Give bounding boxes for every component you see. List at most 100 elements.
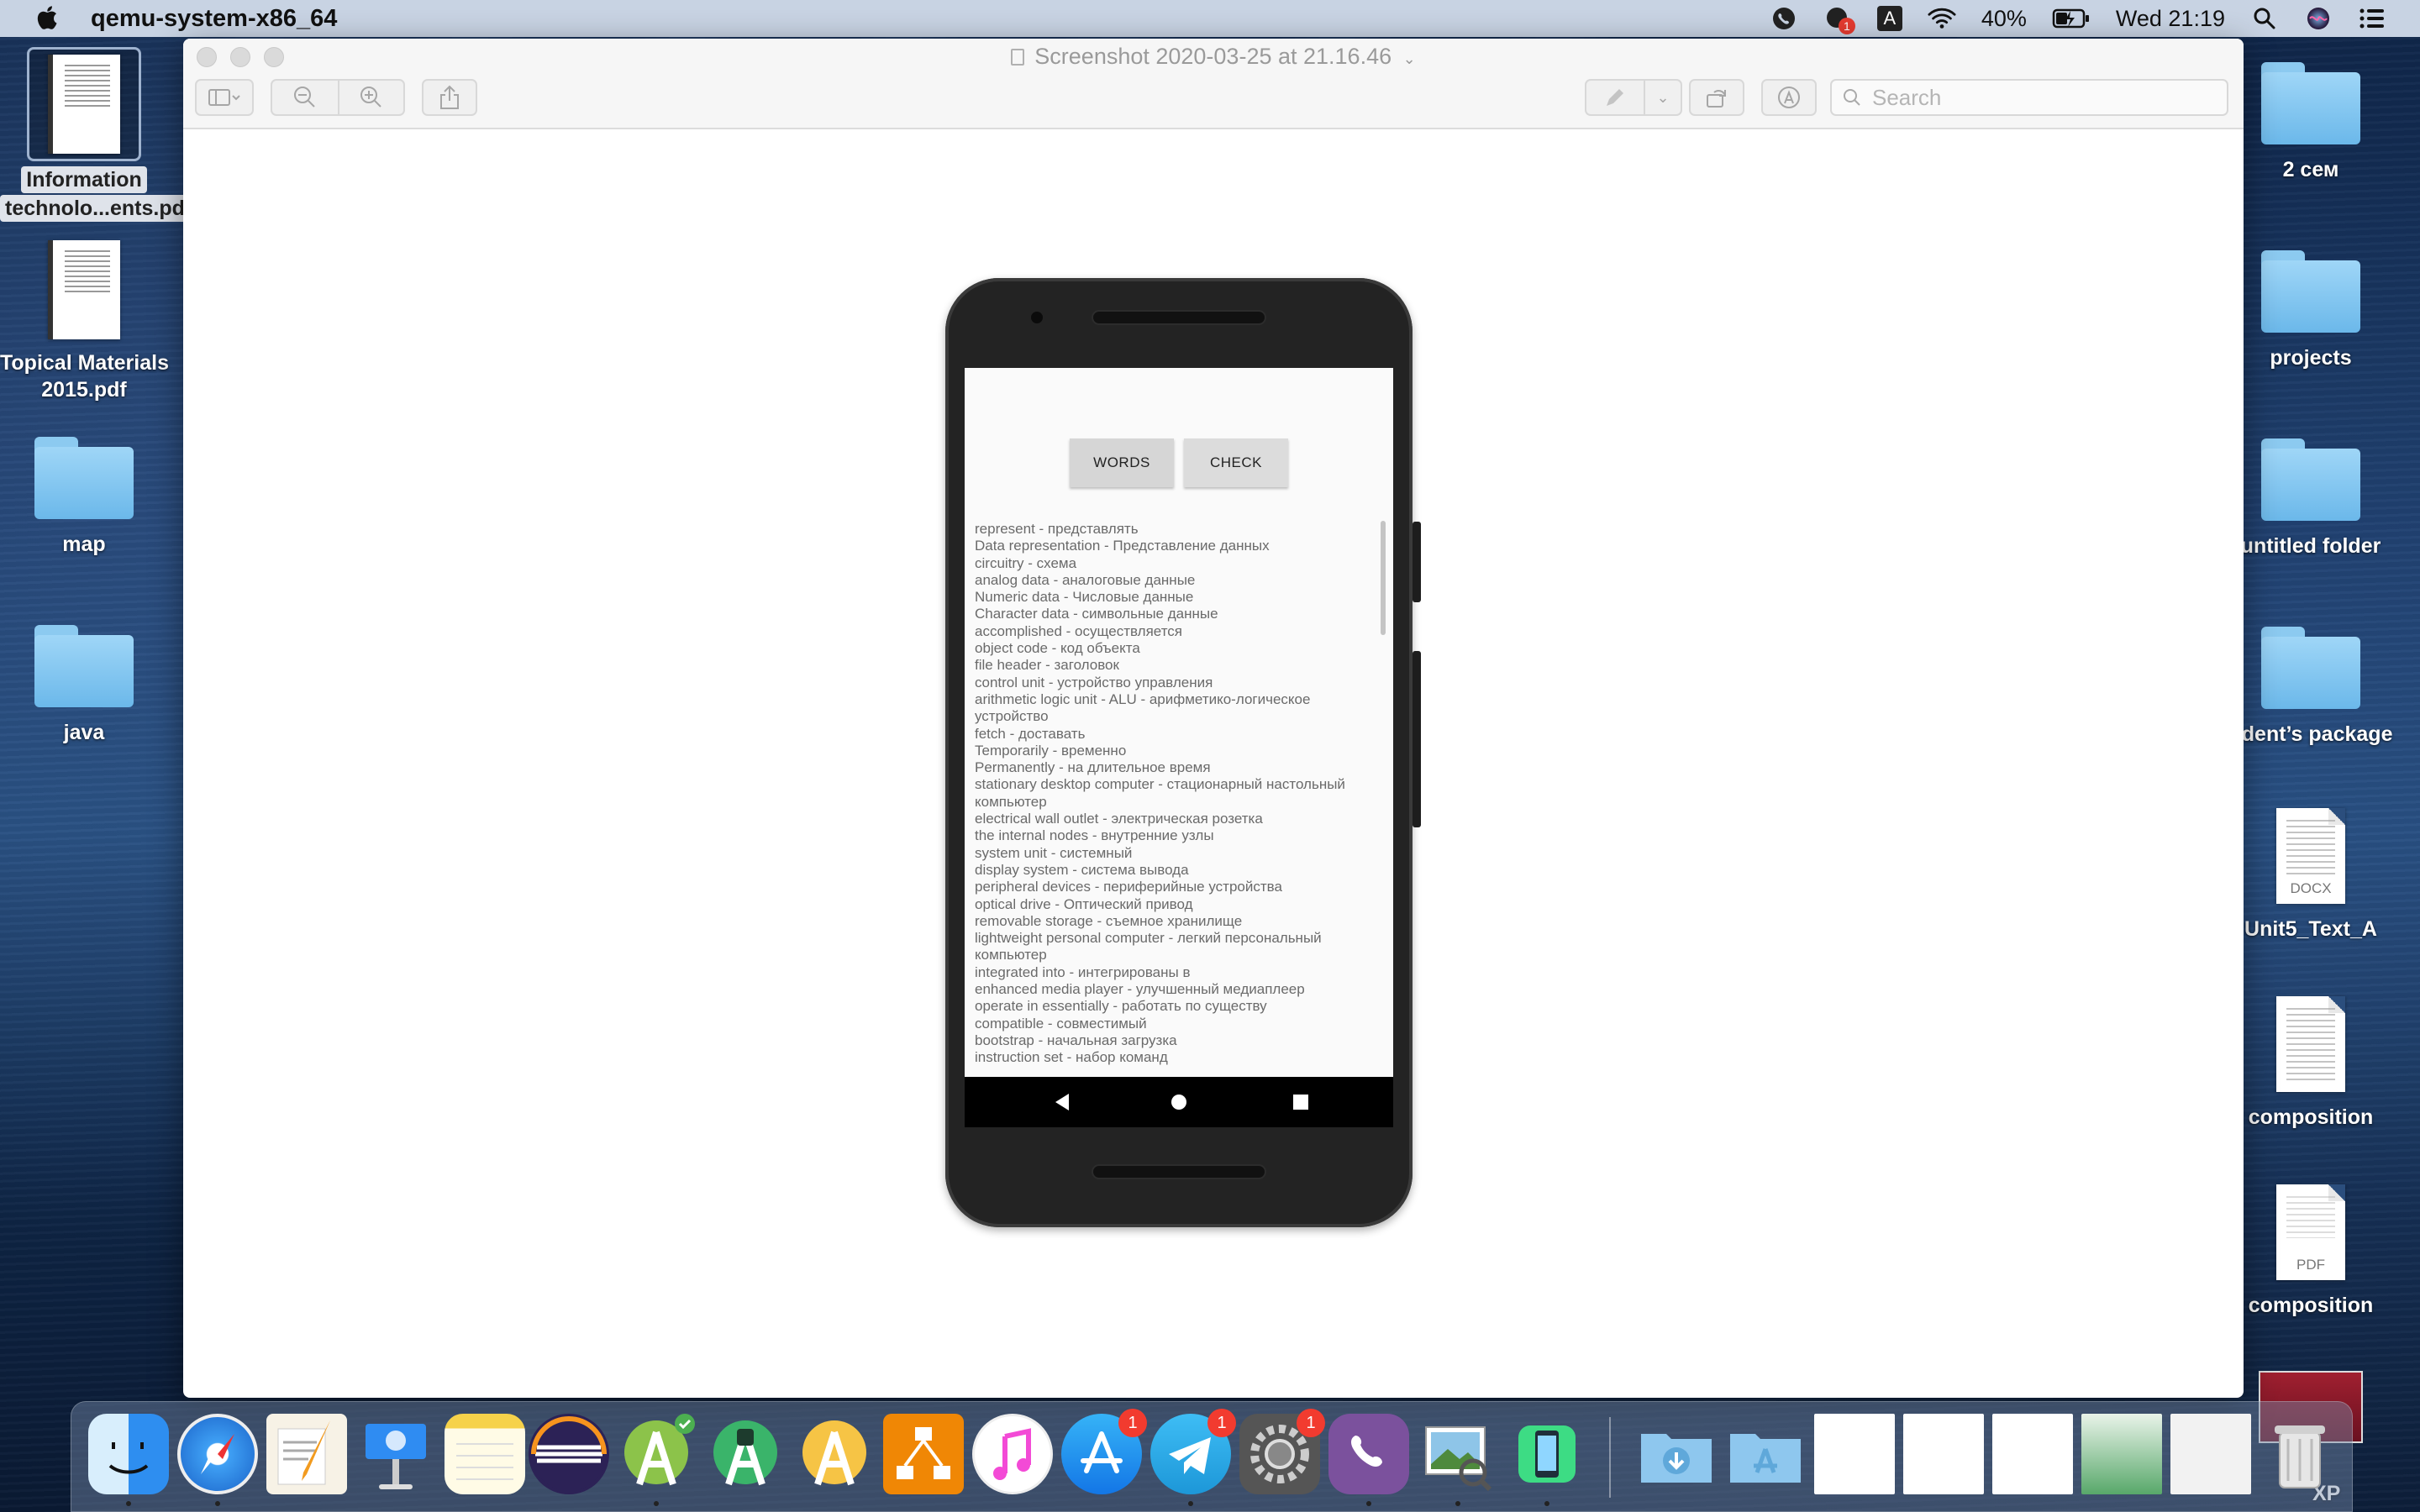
running-indicator — [1188, 1501, 1193, 1506]
trash-icon[interactable] — [2260, 1414, 2340, 1494]
desktop-folder-projects[interactable]: projects — [2227, 250, 2395, 371]
siri-icon[interactable] — [2304, 4, 2333, 33]
desktop-file-topical-materials-pdf[interactable]: Topical Materials 2015.pdf — [0, 240, 169, 403]
recent-image-thumbnail[interactable] — [2081, 1414, 2162, 1494]
pages-icon[interactable] — [266, 1414, 347, 1494]
menu-clock[interactable]: Wed 21:19 — [2116, 6, 2225, 32]
word-entry: enhanced media player - улучшенный медиа… — [975, 981, 1305, 998]
viber-icon[interactable] — [1328, 1414, 1409, 1494]
draw-io-icon[interactable] — [883, 1414, 964, 1494]
desktop-file-information-pdf[interactable]: Information technolo...ents.pdf — [0, 47, 197, 222]
annotate-button[interactable] — [1761, 79, 1817, 116]
recent-document-thumbnail[interactable] — [1992, 1414, 2073, 1494]
recent-document-thumbnail[interactable] — [1814, 1414, 1895, 1494]
share-button[interactable] — [422, 79, 477, 116]
keynote-icon[interactable] — [355, 1414, 436, 1494]
wifi-icon[interactable] — [1928, 4, 1956, 33]
zoom-out-button[interactable] — [271, 79, 338, 116]
downloads-stack-icon[interactable] — [1636, 1414, 1717, 1494]
notification-count: 1 — [1838, 18, 1855, 34]
preview-icon[interactable] — [1418, 1414, 1498, 1494]
overview-icon[interactable] — [1289, 1090, 1313, 1114]
word-entry: lightweight personal computer - легкий п… — [975, 930, 1322, 963]
bottom-speaker — [1092, 1164, 1266, 1179]
words-button[interactable]: WORDS — [1070, 438, 1174, 487]
recent-document-thumbnail[interactable] — [1903, 1414, 1984, 1494]
word-entry: Permanently - на длительное время — [975, 759, 1211, 776]
desktop-folder-java[interactable]: java — [0, 625, 168, 746]
android-studio-icon-2[interactable] — [705, 1414, 786, 1494]
recent-document-thumbnail[interactable] — [2170, 1414, 2251, 1494]
running-indicator — [654, 1501, 659, 1506]
rotate-button[interactable] — [1689, 79, 1744, 116]
search-icon — [1844, 89, 1860, 106]
spotlight-search-icon[interactable] — [2250, 4, 2279, 33]
input-source-icon[interactable]: A — [1876, 6, 1902, 31]
chevron-down-icon: ⌄ — [1402, 50, 1416, 67]
safari-icon[interactable] — [177, 1414, 258, 1494]
desktop-file-label-line1: Information — [21, 166, 147, 193]
eclipse-icon[interactable] — [529, 1414, 609, 1494]
words-text-list[interactable]: represent - представлять Data representa… — [975, 521, 1375, 1075]
word-entry: represent - представлять — [975, 521, 1139, 537]
check-button[interactable]: CHECK — [1184, 438, 1288, 487]
search-input[interactable] — [1872, 84, 2208, 111]
android-studio-icon-3[interactable] — [794, 1414, 875, 1494]
word-entry: stationary desktop computer - стационарн… — [975, 776, 1345, 810]
android-navigation-bar — [965, 1077, 1393, 1127]
share-icon — [440, 85, 459, 109]
desktop-file-label-line2: technolo...ents.pdf — [0, 195, 197, 222]
word-entry: file header - заголовок — [975, 657, 1119, 674]
notes-icon[interactable] — [445, 1414, 525, 1494]
notification-badge-icon[interactable]: 1 — [1823, 4, 1855, 34]
system-preferences-badge: 1 — [1297, 1409, 1325, 1437]
desktop-folder-2sem[interactable]: 2 сем — [2227, 62, 2395, 183]
apple-menu-icon[interactable] — [34, 3, 59, 32]
desktop-folder-label: projects — [2270, 346, 2352, 370]
folder-icon — [2261, 250, 2360, 333]
chevron-down-icon: ⌄ — [1656, 88, 1670, 106]
word-entry: peripheral devices - периферийные устрой… — [975, 879, 1282, 895]
list-scrollbar[interactable] — [1381, 521, 1386, 635]
active-app-name[interactable]: qemu-system-x86_64 — [91, 5, 337, 33]
file-extension-label: PDF — [2296, 1257, 2325, 1273]
battery-percent[interactable]: 40% — [1981, 6, 2027, 32]
search-field[interactable] — [1830, 79, 2228, 116]
folder-icon — [2261, 438, 2360, 521]
battery-charging-icon[interactable] — [2052, 4, 2091, 33]
music-icon[interactable] — [972, 1414, 1053, 1494]
home-icon[interactable] — [1167, 1090, 1191, 1114]
word-entry: Temporarily - временно — [975, 742, 1127, 759]
word-entry: operate in essentially - работать по сущ… — [975, 998, 1267, 1015]
input-source-label: A — [1883, 8, 1897, 29]
desktop-file-label-line2: 2015.pdf — [41, 378, 127, 402]
telegram-badge: 1 — [1207, 1409, 1236, 1437]
desktop-folder-untitled[interactable]: untitled folder — [2227, 438, 2395, 559]
markup-pen-button[interactable] — [1585, 79, 1644, 116]
word-entry: fetch - доставать — [975, 725, 1086, 742]
viber-status-icon[interactable] — [1770, 4, 1798, 33]
android-studio-icon[interactable] — [616, 1414, 697, 1494]
docx-file-icon: DOCX — [2276, 808, 2345, 904]
back-icon[interactable] — [1050, 1090, 1074, 1114]
word-entry: analog data - аналоговые данные — [975, 571, 1196, 588]
zoom-in-button[interactable] — [338, 79, 405, 116]
desktop-folder-map[interactable]: map — [0, 437, 168, 558]
sidebar-toggle-button[interactable] — [195, 79, 254, 116]
android-emulator-icon[interactable] — [1507, 1414, 1587, 1494]
window-title-area[interactable]: Screenshot 2020-03-25 at 21.16.46 ⌄ — [183, 44, 2244, 70]
desktop-file-unit5-docx[interactable]: DOCX Unit5_Text_A — [2227, 808, 2395, 942]
system-preferences-icon[interactable]: 1 — [1239, 1409, 1325, 1494]
word-entry: Data representation - Представление данн… — [975, 538, 1270, 554]
applications-stack-icon[interactable] — [1725, 1414, 1806, 1494]
app-store-icon[interactable]: 1 — [1061, 1409, 1147, 1494]
telegram-icon[interactable]: 1 — [1150, 1409, 1236, 1494]
markup-dropdown-button[interactable]: ⌄ — [1644, 79, 1682, 116]
desktop-folder-students-package[interactable]: udent’s package — [2227, 627, 2395, 748]
desktop-file-composition-doc[interactable]: composition — [2227, 996, 2395, 1131]
desktop-file-composition-pdf[interactable]: PDF composition — [2227, 1184, 2395, 1319]
finder-icon[interactable] — [88, 1414, 169, 1494]
notification-center-icon[interactable] — [2358, 4, 2386, 33]
document-proxy-icon — [1011, 49, 1025, 66]
word-entry: Numeric data - Числовые данные — [975, 589, 1194, 606]
